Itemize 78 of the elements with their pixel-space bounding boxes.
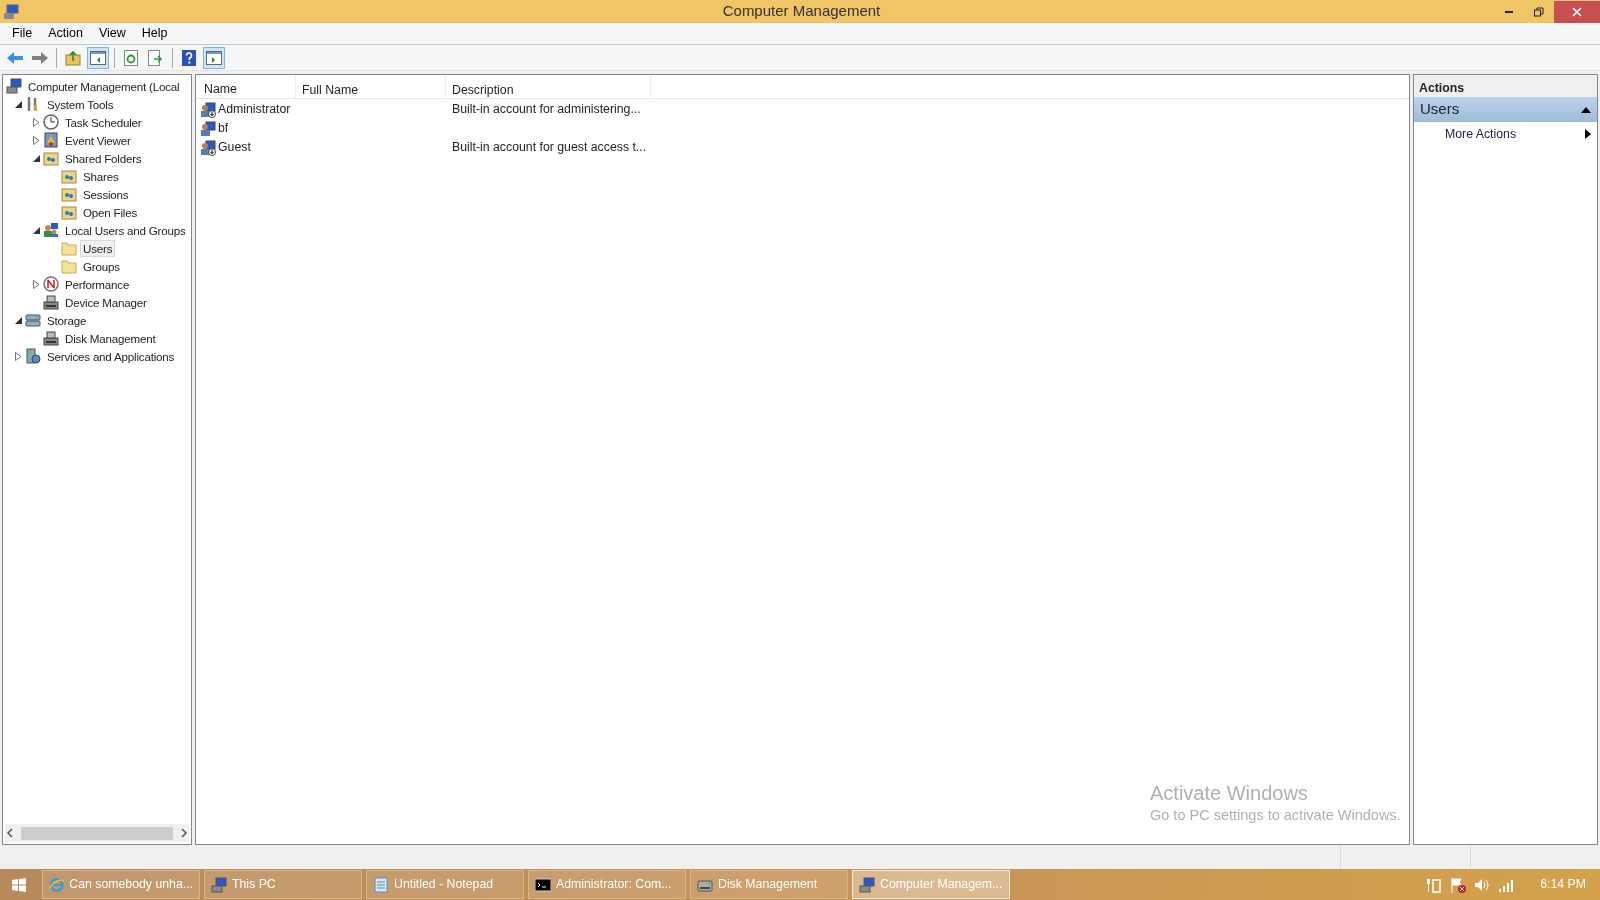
computer-icon [211,876,227,893]
tree-item[interactable]: Device Manager [62,293,150,311]
menu-item[interactable]: Action [40,24,91,43]
tree-item[interactable]: Storage [44,311,90,329]
tree-item[interactable]: Local Users and Groups [62,221,189,239]
clock-icon [43,114,59,130]
app-icon [3,3,19,20]
browser-icon [49,876,65,893]
collapsed-arrow-icon[interactable] [32,117,40,127]
folder-icon [61,240,77,256]
tree-item[interactable]: Open Files [80,203,141,221]
table-cell-text: Guest [218,139,251,157]
table-cell-text: Administrator [218,101,291,119]
collapsed-arrow-icon[interactable] [32,279,40,289]
tree-item[interactable]: Computer Management (Local [25,77,183,95]
notepad-icon [373,876,389,893]
console-icon [535,876,551,893]
tree-item[interactable]: Shared Folders [62,149,145,167]
table-cell: Built-in account for guest access t... [452,140,647,155]
column-header[interactable]: Full Name [296,75,446,98]
window-title: Computer Management [721,1,882,22]
tree-item[interactable]: Services and Applications [44,347,178,365]
console-tree-toggle-button[interactable] [87,46,109,69]
tree-item[interactable]: Task Scheduler [62,113,145,131]
gauge-icon [43,276,59,292]
actions-section-header[interactable]: Users [1414,97,1597,122]
restore-icon [1534,6,1544,17]
minimize-icon [1505,10,1513,13]
scroll-right-button[interactable] [179,828,189,838]
expanded-arrow-icon[interactable] [14,100,22,108]
log-icon [43,132,59,148]
column-header[interactable]: Name [196,75,296,98]
submenu-arrow-icon [1585,129,1591,140]
computer-icon [859,876,875,893]
tree-item[interactable]: Event Viewer [62,131,134,149]
action-pane-toggle-button[interactable] [203,46,225,69]
flag-icon[interactable] [1450,876,1467,893]
close-button[interactable] [1554,0,1600,23]
scrollbar-thumb[interactable] [21,826,173,840]
collapsed-arrow-icon[interactable] [14,351,22,361]
device-icon [43,330,59,346]
folder-icon [61,258,77,274]
power-icon[interactable] [1426,876,1443,893]
tree-item[interactable]: Groups [80,257,123,275]
scroll-left-button[interactable] [5,828,15,838]
tree-item[interactable]: Users [80,239,116,257]
activation-message: Go to PC settings to activate Windows. [1150,806,1401,825]
tree-item[interactable]: Disk Management [62,329,159,347]
close-icon [1572,6,1582,17]
shared-folder-icon [61,204,77,220]
tree-item[interactable]: Sessions [80,185,132,203]
menu-item[interactable]: File [4,24,41,43]
expanded-arrow-icon[interactable] [14,316,22,324]
actions-header: Actions [1414,75,1597,97]
expanded-arrow-icon[interactable] [32,226,40,234]
shared-folder-icon [43,150,59,166]
collapse-icon[interactable] [1581,106,1591,113]
collapsed-arrow-icon[interactable] [32,135,40,145]
actions-section-title: Users [1420,99,1460,120]
users-icon [43,222,59,238]
menu-item[interactable]: Help [133,24,176,43]
device-icon [43,294,59,310]
tree-item[interactable]: Shares [80,167,122,185]
computer-icon [6,78,22,94]
column-header[interactable]: Description [446,75,651,98]
menu-item[interactable]: View [90,24,134,43]
action-item[interactable]: More Actions [1414,122,1597,144]
services-icon [25,348,41,364]
shared-folder-icon [61,168,77,184]
windows-logo-icon [12,877,26,892]
tree-item[interactable]: System Tools [44,95,117,113]
expanded-arrow-icon[interactable] [32,154,40,162]
shared-folder-icon [61,186,77,202]
table-cell-text: bf [218,120,229,138]
table-cell: Built-in account for administering... [452,102,641,117]
activation-title: Activate Windows [1150,781,1309,805]
storage-icon [25,312,41,328]
tree-item[interactable]: Performance [62,275,133,293]
